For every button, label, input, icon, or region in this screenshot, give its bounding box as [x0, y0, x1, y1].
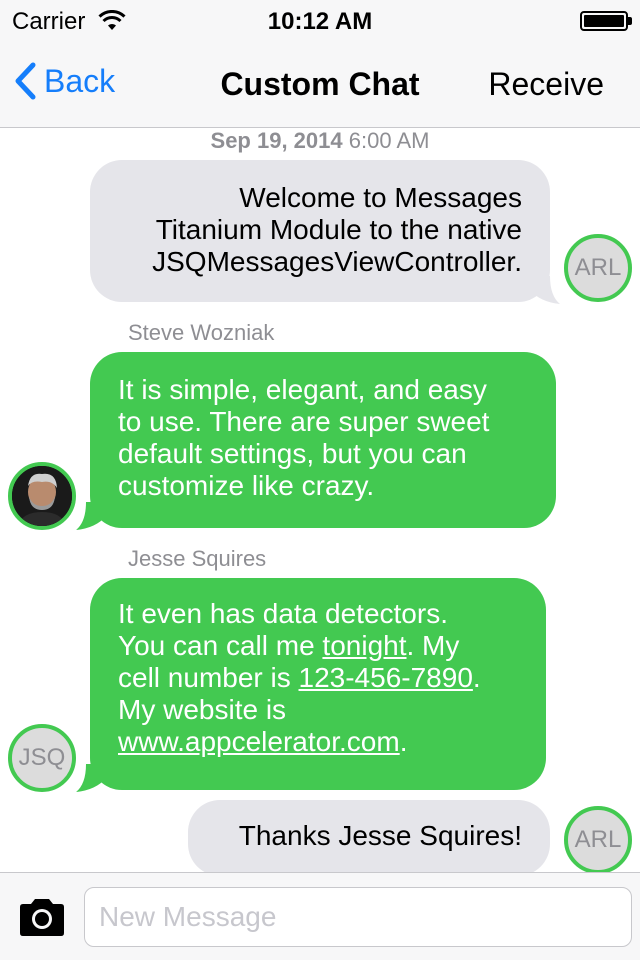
- sender-name: Jesse Squires: [128, 546, 267, 571]
- message-line: JSQMessagesViewController.: [152, 246, 522, 277]
- avatar-initials: JSQ: [18, 744, 66, 771]
- bubble-tail: [76, 502, 106, 530]
- phone-link[interactable]: 123-456-7890: [299, 662, 473, 693]
- message-line: It even has data detectors.: [118, 598, 448, 629]
- text-fragment: .: [399, 726, 408, 757]
- message-bubble-incoming[interactable]: Welcome to Messages Titanium Module to t…: [90, 160, 550, 302]
- battery-icon: [580, 11, 628, 31]
- status-time: 10:12 AM: [267, 8, 373, 35]
- avatar-initials: ARL: [574, 254, 622, 281]
- message-line: It is simple, elegant, and easy: [118, 374, 487, 405]
- text-fragment: cell number is: [118, 662, 299, 693]
- timestamp-date: Sep 19, 2014: [210, 128, 343, 153]
- message-input[interactable]: [84, 887, 632, 947]
- message-bubble-outgoing[interactable]: It is simple, elegant, and easy to use. …: [90, 352, 556, 528]
- avatar[interactable]: [8, 462, 76, 530]
- timestamp-time: 6:00 AM: [348, 128, 430, 153]
- message-line: default settings, but you can: [118, 438, 467, 469]
- avatar[interactable]: ARL: [564, 234, 632, 302]
- message-input-bar: [0, 872, 640, 960]
- bubble-tail: [530, 276, 560, 304]
- message-line: You can call me tonight. My: [118, 630, 526, 662]
- message-line: customize like crazy.: [118, 470, 375, 501]
- camera-icon[interactable]: [16, 897, 68, 937]
- avatar-initials: ARL: [574, 826, 622, 853]
- url-link[interactable]: www.appcelerator.com: [118, 726, 400, 757]
- text-fragment: .: [472, 662, 481, 693]
- message-line: My website is: [118, 694, 287, 725]
- message-bubble-outgoing[interactable]: It even has data detectors. You can call…: [90, 578, 546, 790]
- message-line: Titanium Module to the native: [155, 214, 522, 245]
- sender-name: Steve Wozniak: [128, 320, 275, 345]
- top-bar: Carrier 10:12 AM Back Custom Chat Receiv…: [0, 0, 640, 128]
- message-bubble-incoming[interactable]: Thanks Jesse Squires!: [188, 800, 550, 876]
- message-line: cell number is 123-456-7890.: [118, 662, 526, 694]
- message-timestamp: Sep 19, 2014 6:00 AM: [0, 128, 640, 154]
- avatar[interactable]: ARL: [564, 806, 632, 874]
- date-link[interactable]: tonight: [322, 630, 406, 661]
- avatar[interactable]: JSQ: [8, 724, 76, 792]
- text-fragment: You can call me: [118, 630, 323, 661]
- message-line: Thanks Jesse Squires!: [238, 820, 522, 851]
- message-line: Welcome to Messages: [239, 182, 522, 213]
- message-line: www.appcelerator.com.: [118, 726, 526, 758]
- person-photo-icon: [12, 466, 72, 526]
- text-fragment: . My: [406, 630, 460, 661]
- battery-tip: [628, 17, 632, 25]
- navigation-bar: Back Custom Chat Receive: [0, 40, 640, 128]
- status-bar: Carrier 10:12 AM: [0, 0, 640, 40]
- bubble-tail: [76, 764, 106, 792]
- receive-button[interactable]: Receive: [488, 66, 604, 103]
- message-line: to use. There are super sweet: [118, 406, 490, 437]
